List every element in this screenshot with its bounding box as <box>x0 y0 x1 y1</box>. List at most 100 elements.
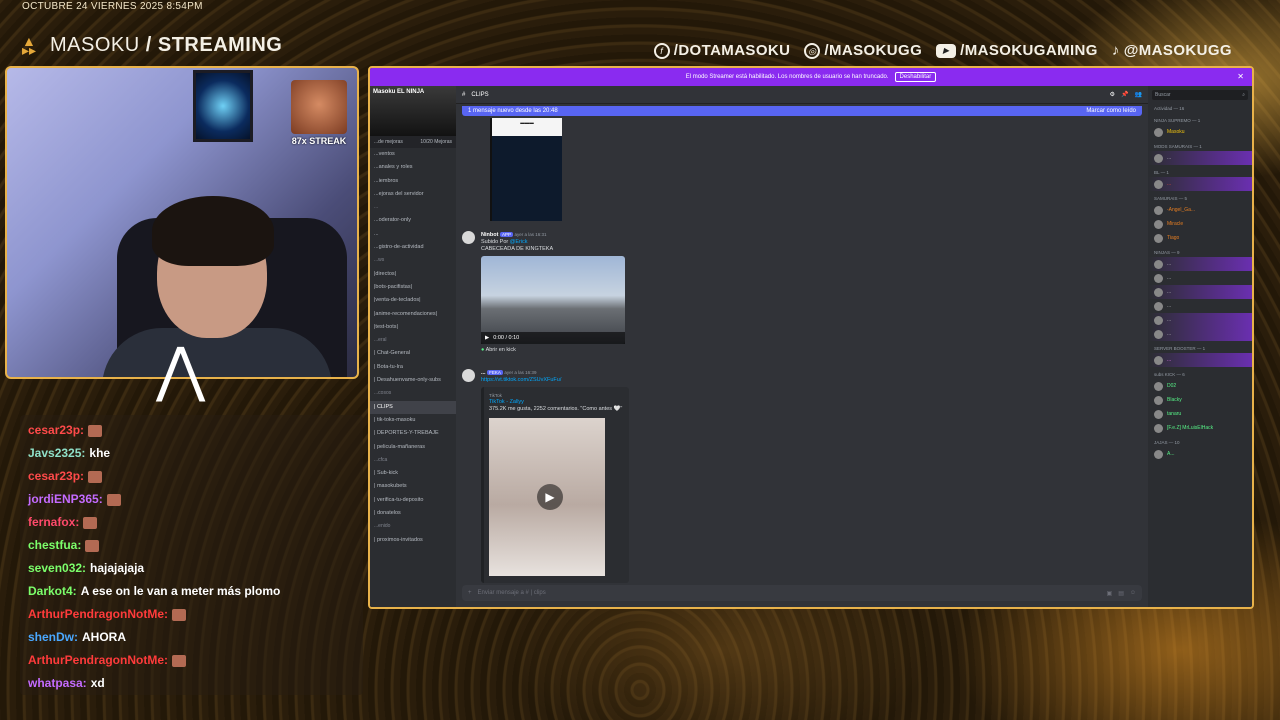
chat-username[interactable]: ArthurPendragonNotMe: <box>28 653 168 667</box>
chat-username[interactable]: cesar23p: <box>28 423 84 437</box>
channel-item[interactable]: |venta-de-teclados| <box>370 294 456 307</box>
member-item[interactable]: ... <box>1148 271 1252 285</box>
channel-item[interactable]: ...oderator-only <box>370 214 456 227</box>
discord-window[interactable]: El modo Streamer está habilitado. Los no… <box>368 66 1254 609</box>
avatar <box>1154 423 1163 433</box>
chat-username[interactable]: jordiENP365: <box>28 492 103 506</box>
channel-item[interactable]: ...gistro-de-actividad <box>370 241 456 254</box>
channel-item[interactable]: | verifica-tu-deposito <box>370 494 456 507</box>
member-item[interactable]: -Angel_Ga... <box>1148 203 1252 217</box>
member-item[interactable]: ... <box>1148 257 1252 271</box>
member-item[interactable]: ... <box>1148 327 1252 341</box>
chat-username[interactable]: shenDw: <box>28 630 78 644</box>
plus-icon[interactable]: + <box>468 590 472 596</box>
channel-category[interactable]: ...cosos <box>370 387 456 400</box>
new-messages-bar[interactable]: 1 mensaje nuevo desde las 20:48 Marcar c… <box>462 106 1142 116</box>
member-item[interactable]: ... <box>1148 353 1252 367</box>
member-item[interactable]: Masoku <box>1148 125 1252 139</box>
close-icon[interactable]: ✕ <box>1237 72 1244 81</box>
channel-item[interactable]: | CLIPS <box>370 400 456 414</box>
member-item[interactable]: ... <box>1148 285 1252 299</box>
member-item[interactable]: A... <box>1148 447 1252 461</box>
channel-item[interactable]: | proximos-invitados <box>370 534 456 547</box>
member-item[interactable]: D02 <box>1148 379 1252 393</box>
chat-username[interactable]: ArthurPendragonNotMe: <box>28 607 168 621</box>
chat-username[interactable]: Darkot4: <box>28 584 77 598</box>
chat-username[interactable]: chestfua: <box>28 538 81 552</box>
chat-username[interactable]: fernafox: <box>28 515 79 529</box>
chat-username[interactable]: cesar23p: <box>28 469 84 483</box>
threads-icon[interactable]: ⚙ <box>1110 91 1115 98</box>
channel-category[interactable]: ...enido <box>370 520 456 533</box>
member-item[interactable]: ... <box>1148 299 1252 313</box>
message-input[interactable]: + Enviar mensaje a # | clips ▣ ▤ ☺ <box>462 585 1142 601</box>
channel-item[interactable]: | pelicula-mañaneras <box>370 441 456 454</box>
play-icon[interactable]: ▶ <box>485 335 489 342</box>
channel-item[interactable]: |test-bots| <box>370 321 456 334</box>
chat-message: fernafox: <box>28 511 355 534</box>
member-name: Blacky <box>1167 397 1182 403</box>
avatar <box>1154 153 1163 163</box>
channel-item[interactable]: |anime-recomendaciones| <box>370 308 456 321</box>
chat-username[interactable]: seven032: <box>28 561 86 575</box>
channel-item[interactable]: ...ejoras del servidor <box>370 188 456 201</box>
stream-chat: cesar23p: Javs2325: khe cesar23p: jordiENP36… <box>20 415 363 695</box>
channel-item[interactable]: | masokubets <box>370 480 456 493</box>
channel-item[interactable]: ...iembros <box>370 175 456 188</box>
channel-item[interactable]: | Bota-tu-Ira <box>370 361 456 374</box>
member-item[interactable]: ... <box>1148 313 1252 327</box>
search-input[interactable]: Buscar ⌕ <box>1152 90 1248 100</box>
chat-username[interactable]: whatpasa: <box>28 676 87 690</box>
chat-message: cesar23p: <box>28 465 355 488</box>
avatar[interactable] <box>462 369 475 382</box>
chat-text: AHORA <box>82 630 127 644</box>
channel-item[interactable]: | donatelos <box>370 507 456 520</box>
video-player[interactable]: ▶ 0:00 / 0:10 <box>481 256 625 344</box>
channel-category[interactable]: ...eral <box>370 334 456 347</box>
channel-category[interactable]: ...cfca <box>370 454 456 467</box>
tiktok-title-link[interactable]: TikTok - Zallyy <box>489 399 624 406</box>
boost-progress[interactable]: ...de mejoras 10/20 Mejoras <box>370 136 456 148</box>
channel-item[interactable]: | DEPORTES-Y-TREBAJE <box>370 427 456 440</box>
disable-streamer-button[interactable]: Deshabilitar <box>894 72 937 82</box>
channel-item[interactable]: |directos| <box>370 268 456 281</box>
channel-item[interactable]: | tik-toks-masoku <box>370 414 456 427</box>
member-item[interactable]: Miracle <box>1148 217 1252 231</box>
member-section: NINJAS — 9 <box>1154 250 1180 255</box>
emoji-icon[interactable]: ☺ <box>1130 590 1136 596</box>
member-item[interactable]: ... <box>1148 151 1252 165</box>
pin-icon[interactable]: 📌 <box>1121 91 1128 98</box>
channel-category[interactable]: ...ws <box>370 254 456 267</box>
member-item[interactable]: Blacky <box>1148 393 1252 407</box>
gif-icon[interactable]: ▤ <box>1118 590 1124 597</box>
tiktok-link[interactable]: https://vt.tiktok.com/ZSUvXFuFu/ <box>481 377 561 383</box>
member-list: Buscar ⌕ Actividad — 16 NINJA SUPREMO — 1… <box>1148 86 1252 607</box>
channel-item[interactable]: |bots-pacifistas| <box>370 281 456 294</box>
avatar <box>1154 301 1163 311</box>
channel-topbar: # CLIPS ⚙ 📌 👥 <box>456 86 1148 104</box>
member-item[interactable]: Tiago <box>1148 231 1252 245</box>
emote-icon <box>172 654 186 667</box>
avatar[interactable] <box>462 231 475 244</box>
channel-item[interactable]: | Chat-General <box>370 347 456 360</box>
chat-username[interactable]: Javs2325: <box>28 446 85 460</box>
members-icon[interactable]: 👥 <box>1135 91 1142 98</box>
previous-video-embed[interactable]: ▬▬▬ <box>490 118 562 221</box>
emote-icon <box>83 516 98 529</box>
gift-icon[interactable]: ▣ <box>1107 590 1113 597</box>
mark-read-button[interactable]: Marcar como leído <box>1086 108 1136 114</box>
open-kick-button[interactable]: ● Abrir en kick <box>481 347 625 354</box>
server-header[interactable]: Masoku EL NINJA <box>370 86 456 136</box>
channel-category[interactable]: ... <box>370 201 456 214</box>
channel-item[interactable]: ...anales y roles <box>370 161 456 174</box>
brand: ▲ ▸▸ MASOKU / STREAMING <box>22 34 282 57</box>
channel-item[interactable]: ... <box>370 228 456 241</box>
play-icon[interactable]: ▶ <box>537 484 563 510</box>
member-item[interactable]: [F.e.Z] MrLuisElHack <box>1148 421 1252 435</box>
channel-item[interactable]: | Desahuenvame-only-subs <box>370 374 456 387</box>
channel-item[interactable]: | Sub-kick <box>370 467 456 480</box>
member-item[interactable]: ... <box>1148 177 1252 191</box>
member-item[interactable]: tanaru <box>1148 407 1252 421</box>
tiktok-video[interactable]: ▶ <box>489 418 605 576</box>
channel-item[interactable]: ...ventos <box>370 148 456 161</box>
